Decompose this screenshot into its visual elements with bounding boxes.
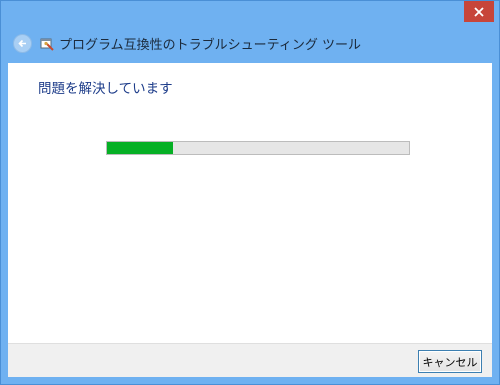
progress-bar [106, 141, 410, 155]
troubleshooter-app-icon [40, 36, 54, 51]
close-icon [474, 6, 484, 17]
back-button[interactable] [13, 33, 32, 53]
status-heading: 問題を解決しています [38, 81, 173, 97]
close-button[interactable] [464, 1, 494, 22]
title-row: プログラム互換性のトラブルシューティング ツール [13, 33, 487, 53]
footer-bar: キャンセル [8, 343, 492, 377]
back-arrow-icon [18, 39, 26, 47]
troubleshooter-window: プログラム互換性のトラブルシューティング ツール 問題を解決しています キャンセ… [0, 0, 500, 385]
cancel-button[interactable]: キャンセル [418, 350, 482, 373]
main-content: 問題を解決しています [8, 63, 492, 344]
progress-bar-fill [107, 142, 174, 154]
window-title: プログラム互換性のトラブルシューティング ツール [59, 37, 361, 53]
